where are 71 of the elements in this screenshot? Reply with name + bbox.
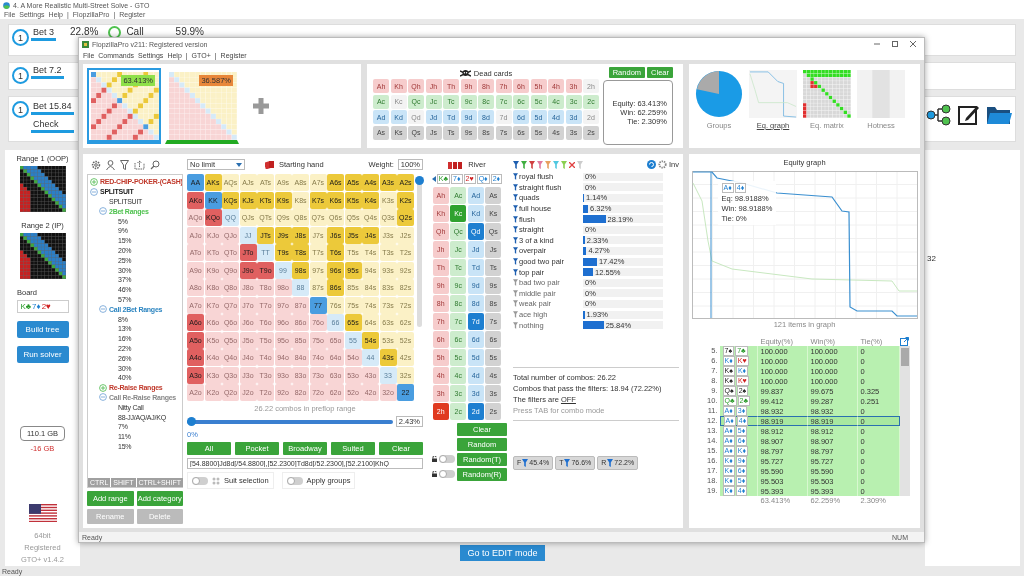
- expand-icon[interactable]: [90, 177, 98, 186]
- frequency-text: 59.9%: [175, 26, 204, 38]
- settings-icon[interactable]: [91, 159, 101, 170]
- action-label[interactable]: Bet 7.2: [31, 65, 64, 79]
- toggle-switch[interactable]: [192, 476, 208, 485]
- action-label[interactable]: Bet 3: [31, 27, 56, 41]
- range-matrix-drawing: [169, 72, 237, 140]
- upload-icon[interactable]: [134, 159, 145, 170]
- scrollbar[interactable]: [899, 346, 910, 496]
- add-icon[interactable]: [253, 98, 269, 114]
- maximize-icon[interactable]: [892, 41, 898, 47]
- refresh-icon[interactable]: [647, 160, 656, 169]
- edit-icon[interactable]: [958, 104, 980, 126]
- card-label: 7♦: [32, 302, 41, 311]
- card-label: K♣: [20, 302, 32, 311]
- left-arrow-icon[interactable]: [431, 176, 436, 182]
- settings-icon[interactable]: [658, 160, 667, 169]
- close-icon[interactable]: [569, 161, 575, 168]
- filter-icon[interactable]: [522, 458, 529, 467]
- collapse-icon[interactable]: [99, 207, 107, 216]
- cards-icon: [265, 160, 275, 169]
- lock-icon: [432, 471, 437, 477]
- value-text: 32: [927, 254, 936, 263]
- suits-icon: [212, 476, 220, 485]
- popout-icon[interactable]: [899, 337, 909, 346]
- slider-thumb[interactable]: [415, 176, 424, 185]
- action-label[interactable]: Bet 15.84: [31, 101, 74, 115]
- flag-icon: [28, 504, 57, 522]
- toggle-switch[interactable]: [439, 455, 455, 463]
- weight-slider[interactable]: [417, 177, 422, 327]
- action-button[interactable]: Build tree: [16, 321, 69, 338]
- card-label: 2♥: [41, 302, 51, 311]
- heatmap-drawing: [803, 70, 851, 118]
- edit-mode-button[interactable]: Go to EDIT mode: [459, 545, 546, 561]
- pie-chart-drawing: [695, 70, 743, 118]
- toggle-switch[interactable]: [286, 476, 303, 485]
- skull-icon: [459, 68, 471, 78]
- line-graph-drawing: [749, 70, 797, 118]
- player-badge[interactable]: 1: [12, 67, 29, 84]
- app-logo-icon: [3, 1, 10, 9]
- expand-icon[interactable]: [99, 383, 107, 392]
- action-button[interactable]: Run solver: [16, 346, 69, 363]
- action-label[interactable]: Check: [31, 119, 74, 133]
- player-badge[interactable]: 1: [12, 101, 29, 118]
- person-icon[interactable]: [106, 159, 115, 170]
- toggle-switch[interactable]: [439, 470, 455, 478]
- filter-icon[interactable]: [120, 159, 129, 170]
- range-grid-drawing: [19, 233, 66, 279]
- filter-icon[interactable]: [607, 458, 614, 467]
- action-label[interactable]: Call: [126, 26, 144, 38]
- hotness-drawing: [857, 70, 905, 118]
- minimize-icon[interactable]: [874, 41, 880, 47]
- folder-icon[interactable]: [986, 104, 1012, 126]
- filter-icon[interactable]: [564, 458, 571, 467]
- slider-thumb[interactable]: [187, 416, 196, 426]
- app-logo-icon: [82, 40, 89, 48]
- range-matrix-drawing: [91, 72, 159, 140]
- range-slider[interactable]: [187, 419, 393, 424]
- collapse-icon[interactable]: [99, 305, 107, 314]
- cards-icon: [448, 160, 465, 169]
- caret-icon: [236, 162, 242, 167]
- frequency-text: 22.8%: [70, 26, 99, 38]
- collapse-icon[interactable]: [99, 393, 107, 402]
- close-icon[interactable]: [910, 41, 916, 47]
- search-icon[interactable]: [150, 159, 160, 170]
- board-field[interactable]: K♣7♦2♥: [16, 300, 69, 313]
- tree-icon[interactable]: [926, 104, 952, 126]
- range-grid-drawing: [19, 166, 66, 212]
- lock-icon: [432, 456, 437, 462]
- collapse-icon[interactable]: [90, 187, 98, 196]
- player-badge[interactable]: 1: [12, 29, 29, 46]
